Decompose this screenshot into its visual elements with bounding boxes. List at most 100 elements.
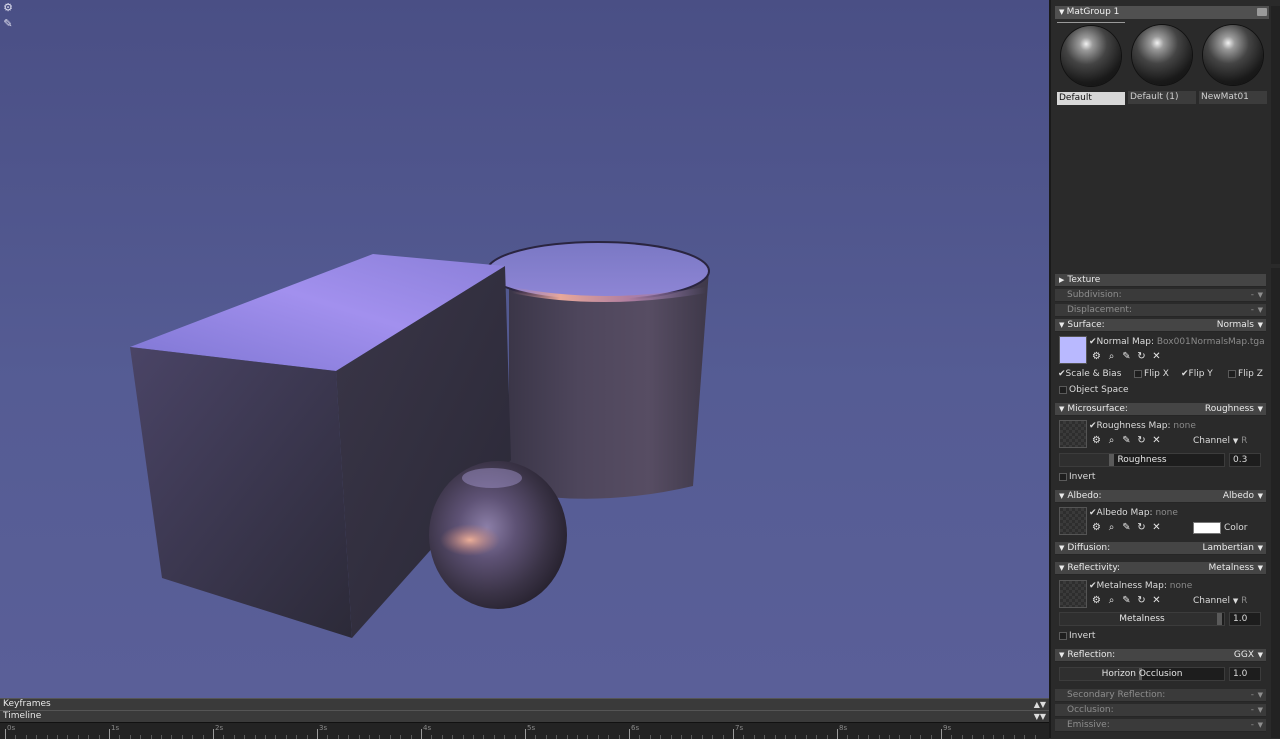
dropdown-arrow-icon[interactable]: ▼ [1258, 542, 1263, 555]
normal-map-row[interactable]: ✔Normal Map: Box001NormalsMap.tga [1089, 336, 1265, 348]
timeline-bar[interactable]: Timeline ▼▼ [0, 710, 1049, 722]
dropdown-arrow-icon[interactable]: ▼ [1258, 289, 1263, 302]
flip-z-checkbox[interactable] [1228, 370, 1236, 378]
diffusion-section[interactable]: ▼ Diffusion: Lambertian ▼ [1055, 542, 1266, 555]
metalness-map-row[interactable]: ✔Metalness Map: none [1089, 580, 1192, 592]
keyframes-bar[interactable]: Keyframes ▲▼ [0, 698, 1049, 710]
sphere-object[interactable] [429, 461, 567, 609]
close-icon[interactable]: ✕ [1151, 595, 1162, 607]
ruler-minor-tick [868, 735, 870, 739]
roughness-map-swatch[interactable] [1059, 420, 1087, 448]
ruler-minor-tick [410, 735, 412, 739]
timeline-ruler[interactable]: 0s 1s 2s 3s 4s 5s 6s 7s 8s 9s [0, 722, 1049, 739]
magnifier-icon[interactable]: ⌕ [1106, 595, 1117, 607]
material-thumb-default-1[interactable]: Default (1) [1128, 22, 1196, 106]
surface-section[interactable]: ▼ Surface: Normals ▼ [1055, 319, 1266, 332]
refresh-icon[interactable]: ↻ [1136, 595, 1147, 607]
dropdown-arrow-icon[interactable]: ▼ [1258, 704, 1263, 717]
flip-y-checkbox[interactable]: ✔Flip Y [1181, 368, 1213, 380]
check-icon: ✔ [1089, 581, 1097, 591]
gear-icon[interactable]: ⚙ [1091, 522, 1102, 534]
flip-x-checkbox[interactable] [1134, 370, 1142, 378]
roughness-channel-select[interactable]: Channel ▼ R [1193, 435, 1247, 447]
ruler-minor-tick [587, 735, 589, 739]
pencil-icon[interactable]: ✎ [1121, 351, 1132, 363]
cylinder-object[interactable] [486, 241, 710, 499]
check-icon: ✔ [1089, 337, 1097, 347]
roughness-value-field[interactable]: 0.3 [1229, 453, 1261, 467]
metalness-channel-select[interactable]: Channel ▼ R [1193, 595, 1247, 607]
close-icon[interactable]: ✕ [1151, 351, 1162, 363]
folder-icon[interactable] [1257, 8, 1267, 16]
dropdown-arrow-icon[interactable]: ▼ [1258, 319, 1263, 332]
3d-viewport[interactable]: ⚙ ✎ [0, 0, 1049, 698]
emissive-section[interactable]: Emissive: - ▼ [1055, 719, 1266, 732]
albedo-color-swatch[interactable] [1193, 522, 1221, 534]
gear-icon[interactable]: ⚙ [1091, 595, 1102, 607]
dropdown-arrow-icon[interactable]: ▼ [1258, 403, 1263, 416]
scale-bias-checkbox[interactable]: ✔Scale & Bias [1058, 368, 1121, 380]
ruler-minor-tick [514, 735, 516, 739]
dropdown-arrow-icon[interactable]: ▼ [1258, 689, 1263, 702]
gear-icon[interactable]: ⚙ [1091, 351, 1102, 363]
material-thumb-newmat01[interactable]: NewMat01 [1199, 22, 1267, 106]
subdivision-section[interactable]: Subdivision: - ▼ [1055, 289, 1266, 302]
microsurface-section[interactable]: ▼ Microsurface: Roughness ▼ [1055, 403, 1266, 416]
dropdown-arrow-icon[interactable]: ▼ [1258, 649, 1263, 662]
reflection-section[interactable]: ▼ Reflection: GGX ▼ [1055, 649, 1266, 662]
ruler-minor-tick [930, 735, 932, 739]
properties-scrollbar[interactable] [1271, 268, 1280, 738]
pencil-icon[interactable]: ✎ [1121, 435, 1132, 447]
refresh-icon[interactable]: ↻ [1136, 351, 1147, 363]
ruler-minor-tick [889, 735, 890, 739]
texture-section[interactable]: ▶ Texture [1055, 274, 1266, 287]
collapse-arrows-icon[interactable]: ▼▼ [1034, 711, 1046, 722]
check-icon: ✔ [1181, 369, 1189, 379]
pencil-icon[interactable]: ✎ [1121, 522, 1132, 534]
brush-icon[interactable]: ✎ [2, 18, 14, 30]
horizon-occlusion-value-field[interactable]: 1.0 [1229, 667, 1261, 681]
refresh-icon[interactable]: ↻ [1136, 522, 1147, 534]
secondary-reflection-section[interactable]: Secondary Reflection: - ▼ [1055, 689, 1266, 702]
ruler-minor-tick [77, 735, 79, 739]
albedo-map-row[interactable]: ✔Albedo Map: none [1089, 507, 1178, 519]
reflectivity-section[interactable]: ▼ Reflectivity: Metalness ▼ [1055, 562, 1266, 575]
ruler-minor-tick [265, 735, 266, 739]
close-icon[interactable]: ✕ [1151, 522, 1162, 534]
occlusion-section[interactable]: Occlusion: - ▼ [1055, 704, 1266, 717]
dropdown-arrow-icon[interactable]: ▼ [1258, 490, 1263, 503]
dropdown-arrow-icon[interactable]: ▼ [1258, 719, 1263, 732]
roughness-slider[interactable]: Roughness [1059, 453, 1225, 467]
scene-render[interactable] [0, 0, 1049, 698]
section-label: Subdivision: [1067, 290, 1122, 300]
magnifier-icon[interactable]: ⌕ [1106, 522, 1117, 534]
expand-arrows-icon[interactable]: ▲▼ [1034, 699, 1046, 710]
object-space-label: Object Space [1069, 385, 1129, 395]
close-icon[interactable]: ✕ [1151, 435, 1162, 447]
metalness-slider[interactable]: Metalness [1059, 612, 1225, 626]
gear-icon[interactable]: ⚙ [1091, 435, 1102, 447]
roughness-invert-checkbox[interactable] [1059, 473, 1067, 481]
ruler-minor-tick [171, 735, 173, 739]
displacement-section[interactable]: Displacement: - ▼ [1055, 304, 1266, 317]
albedo-map-swatch[interactable] [1059, 507, 1087, 535]
albedo-section[interactable]: ▼ Albedo: Albedo ▼ [1055, 490, 1266, 503]
matgroup-scrollbar[interactable] [1271, 6, 1280, 264]
gear-icon[interactable]: ⚙ [2, 2, 14, 14]
pencil-icon[interactable]: ✎ [1121, 595, 1132, 607]
dropdown-arrow-icon[interactable]: ▼ [1258, 304, 1263, 317]
roughness-map-row[interactable]: ✔Roughness Map: none [1089, 420, 1196, 432]
refresh-icon[interactable]: ↻ [1136, 435, 1147, 447]
horizon-occlusion-slider[interactable]: Horizon Occlusion [1059, 667, 1225, 681]
object-space-checkbox[interactable] [1059, 386, 1067, 394]
matgroup-header[interactable]: ▼ MatGroup 1 [1055, 6, 1269, 19]
magnifier-icon[interactable]: ⌕ [1106, 435, 1117, 447]
metalness-map-swatch[interactable] [1059, 580, 1087, 608]
magnifier-icon[interactable]: ⌕ [1106, 351, 1117, 363]
material-thumb-default[interactable]: Default [1057, 22, 1125, 107]
normal-map-swatch[interactable] [1059, 336, 1087, 364]
metalness-invert-checkbox[interactable] [1059, 632, 1067, 640]
section-value: - [1250, 305, 1254, 315]
metalness-value-field[interactable]: 1.0 [1229, 612, 1261, 626]
dropdown-arrow-icon[interactable]: ▼ [1258, 562, 1263, 575]
